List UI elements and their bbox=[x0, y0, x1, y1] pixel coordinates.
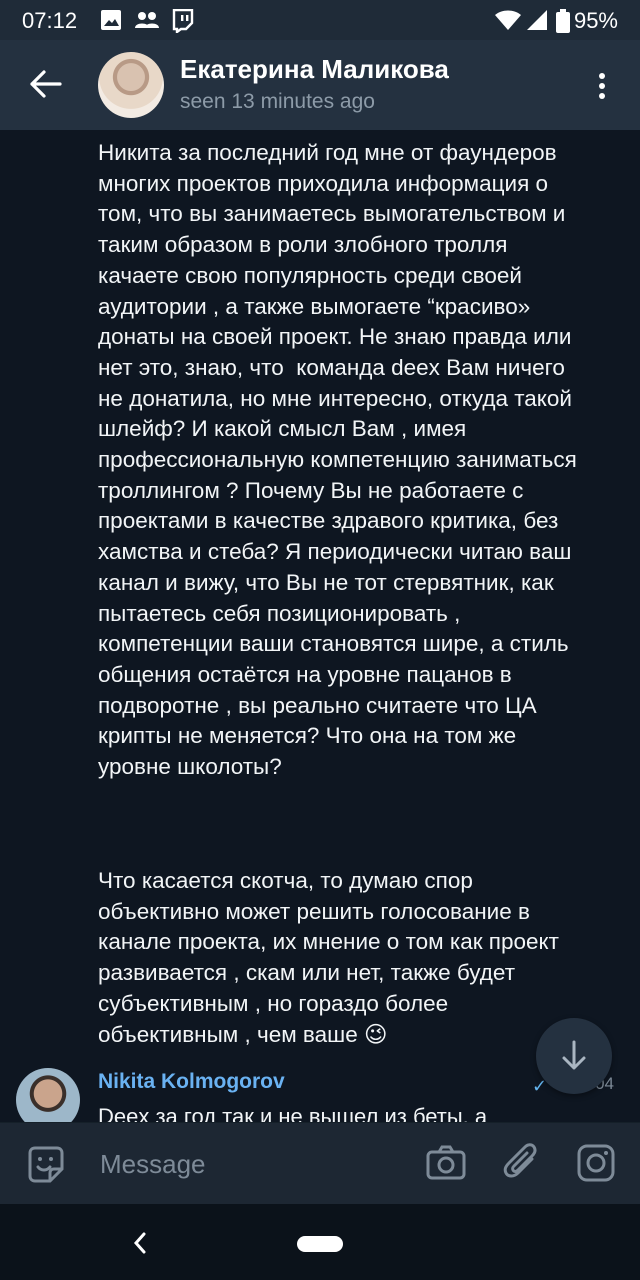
image-icon bbox=[100, 9, 122, 36]
attach-button[interactable] bbox=[502, 1141, 542, 1185]
back-button[interactable] bbox=[26, 64, 66, 104]
system-nav-bar bbox=[0, 1204, 640, 1280]
more-options-button[interactable] bbox=[592, 70, 612, 102]
instant-camera-button[interactable] bbox=[576, 1143, 616, 1183]
signal-icon bbox=[526, 9, 548, 36]
scroll-down-button[interactable] bbox=[536, 1018, 612, 1094]
battery-icon bbox=[556, 9, 570, 38]
camera-icon bbox=[426, 1145, 466, 1180]
contact-avatar[interactable] bbox=[98, 52, 164, 118]
contact-status: seen 13 minutes ago bbox=[180, 90, 375, 113]
nav-home-button[interactable] bbox=[297, 1236, 343, 1252]
arrow-down-icon bbox=[562, 1040, 586, 1070]
dot-icon bbox=[599, 73, 605, 79]
sticker-icon bbox=[28, 1146, 64, 1183]
chat-area[interactable]: Никита за последний год мне от фаундеров… bbox=[0, 130, 640, 1122]
status-bar: 07:12 95% bbox=[0, 0, 640, 40]
input-bar bbox=[0, 1122, 640, 1205]
twitch-icon bbox=[172, 8, 194, 38]
message-preview: Deex за год так и не вышел из беты, а bbox=[98, 1104, 488, 1122]
message-input[interactable] bbox=[98, 1141, 392, 1187]
battery-percent: 95% bbox=[573, 8, 618, 33]
people-icon bbox=[134, 9, 160, 36]
sender-avatar[interactable] bbox=[16, 1068, 80, 1122]
dot-icon bbox=[599, 93, 605, 99]
message-text: Что касается скотча, то думаю спор объек… bbox=[98, 868, 566, 1047]
sticker-button[interactable] bbox=[24, 1143, 68, 1187]
arrow-left-icon bbox=[30, 70, 62, 98]
paperclip-icon bbox=[503, 1143, 537, 1178]
dot-icon bbox=[599, 83, 605, 89]
chat-header: Екатерина Маликова seen 13 minutes ago bbox=[0, 40, 640, 130]
chevron-left-icon bbox=[133, 1232, 146, 1254]
wifi-icon bbox=[494, 9, 522, 36]
camera-button[interactable] bbox=[426, 1143, 466, 1183]
status-time: 07:12 bbox=[22, 8, 78, 33]
contact-name[interactable]: Екатерина Маликова bbox=[180, 54, 449, 85]
sender-name[interactable]: Nikita Kolmogorov bbox=[98, 1070, 285, 1094]
nav-back-button[interactable] bbox=[128, 1228, 152, 1258]
message-text: Никита за последний год мне от фаундеров… bbox=[98, 140, 584, 780]
instagram-icon bbox=[577, 1144, 615, 1182]
